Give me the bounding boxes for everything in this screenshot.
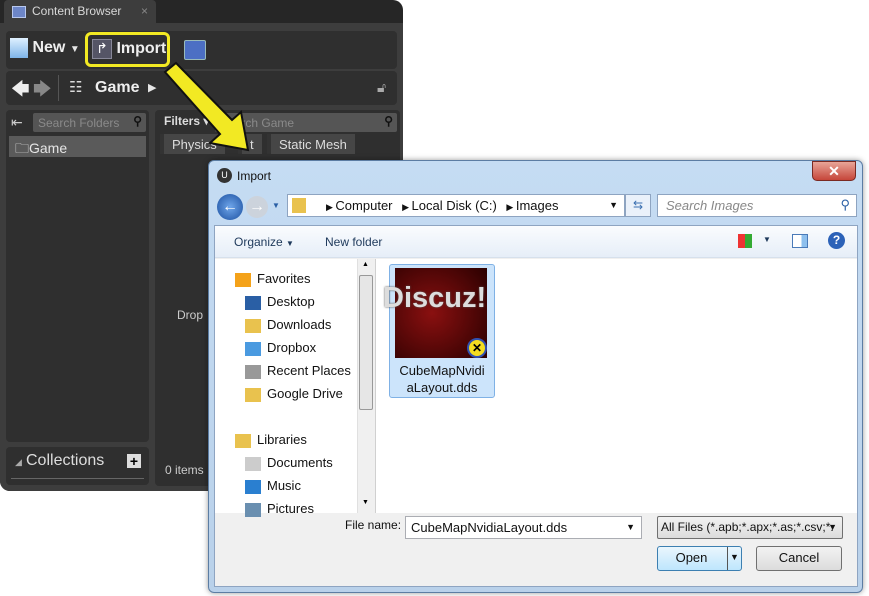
yellow-arrow-icon [163,61,250,152]
callout-arrow [163,61,250,152]
